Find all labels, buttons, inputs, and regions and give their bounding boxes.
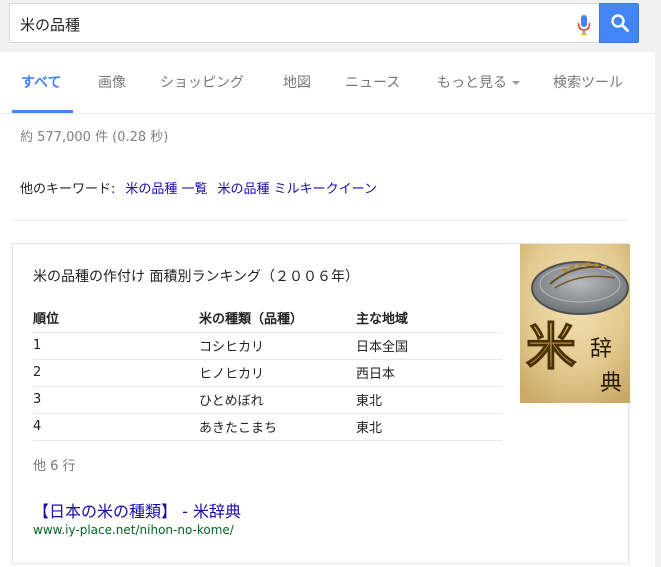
results-area: 約 577,000 件 (0.28 秒) 他のキーワード: 米の品種 一覧 米の品種… <box>0 114 661 567</box>
featured-snippet-card: 米の品種の作付け 面積別ランキング（２００６年） 順位 米の種類（品種） 主な地… <box>12 243 630 563</box>
snippet-title: 米の品種の作付け 面積別ランキング（２００６年） <box>33 269 360 285</box>
related-keywords-label: 他のキーワード: <box>20 182 116 197</box>
table-header-row: 順位 米の種類（品種） 主な地域 <box>33 304 502 333</box>
tab-search-tools[interactable]: 検索ツール <box>553 72 623 92</box>
table-cell: 東北 <box>356 386 502 414</box>
page-edge <box>655 52 661 567</box>
thumbnail-logo-kanji: 米 <box>526 317 576 376</box>
table-cell: 3 <box>33 386 199 414</box>
search-input[interactable] <box>20 13 560 35</box>
thumbnail-logo-kanji: 典 <box>600 371 622 396</box>
chevron-down-icon <box>512 81 520 85</box>
tab-images[interactable]: 画像 <box>98 72 126 92</box>
table-header: 主な地域 <box>356 304 502 333</box>
search-box[interactable] <box>9 3 599 43</box>
table-cell: 4 <box>33 413 199 441</box>
table-header: 米の種類（品種） <box>199 304 356 333</box>
tab-maps[interactable]: 地図 <box>283 72 311 92</box>
related-keyword-link[interactable]: 米の品種 一覧 <box>125 182 207 197</box>
table-cell: コシヒカリ <box>199 332 356 360</box>
table-cell: 日本全国 <box>356 332 502 360</box>
thumbnail-logo-kanji: 辞 <box>590 337 612 362</box>
tab-shopping[interactable]: ショッピング <box>160 72 244 92</box>
table-row: 4 あきたこまち 東北 <box>33 413 502 441</box>
table-cell: あきたこまち <box>199 413 356 441</box>
table-row: 3 ひとめぼれ 東北 <box>33 386 502 414</box>
snippet-table: 順位 米の種類（品種） 主な地域 1 コシヒカリ 日本全国 2 ヒノヒカリ 西日… <box>33 304 502 441</box>
result-stats: 約 577,000 件 (0.28 秒) <box>20 130 169 145</box>
search-button[interactable] <box>599 3 639 43</box>
source-title-link[interactable]: 【日本の米の種類】 - 米辞典 <box>33 498 241 522</box>
more-rows-link[interactable]: 他 6 行 <box>33 455 76 474</box>
tab-all[interactable]: すべて <box>21 72 61 92</box>
table-cell: 西日本 <box>356 359 502 387</box>
related-keyword-link[interactable]: 米の品種 ミルキークイーン <box>218 182 377 197</box>
active-tab-indicator <box>12 110 73 113</box>
divider <box>13 220 628 221</box>
microphone-icon[interactable] <box>577 14 591 36</box>
search-results-page: すべて 画像 ショッピング 地図 ニュース もっと見る 検索ツール 約 577,… <box>0 0 661 567</box>
tab-news[interactable]: ニュース <box>345 72 400 92</box>
table-cell: 1 <box>33 332 199 360</box>
search-bar <box>0 0 661 52</box>
table-cell: ひとめぼれ <box>199 386 356 414</box>
related-keywords: 他のキーワード: 米の品種 一覧 米の品種 ミルキークイーン <box>20 178 377 197</box>
table-row: 2 ヒノヒカリ 西日本 <box>33 359 502 387</box>
search-icon <box>611 14 629 32</box>
table-cell: 東北 <box>356 413 502 441</box>
tab-more-label: もっと見る <box>437 75 507 91</box>
source-thumbnail[interactable]: 米 辞 典 <box>520 244 630 403</box>
table-row: 1 コシヒカリ 日本全国 <box>33 332 502 360</box>
table-cell: ヒノヒカリ <box>199 359 356 387</box>
table-header: 順位 <box>33 304 199 333</box>
search-tabs: すべて 画像 ショッピング 地図 ニュース もっと見る 検索ツール <box>0 52 661 114</box>
source-url: www.iy-place.net/nihon-no-kome/ <box>33 523 234 537</box>
table-cell: 2 <box>33 359 199 387</box>
tab-more[interactable]: もっと見る <box>437 72 520 92</box>
